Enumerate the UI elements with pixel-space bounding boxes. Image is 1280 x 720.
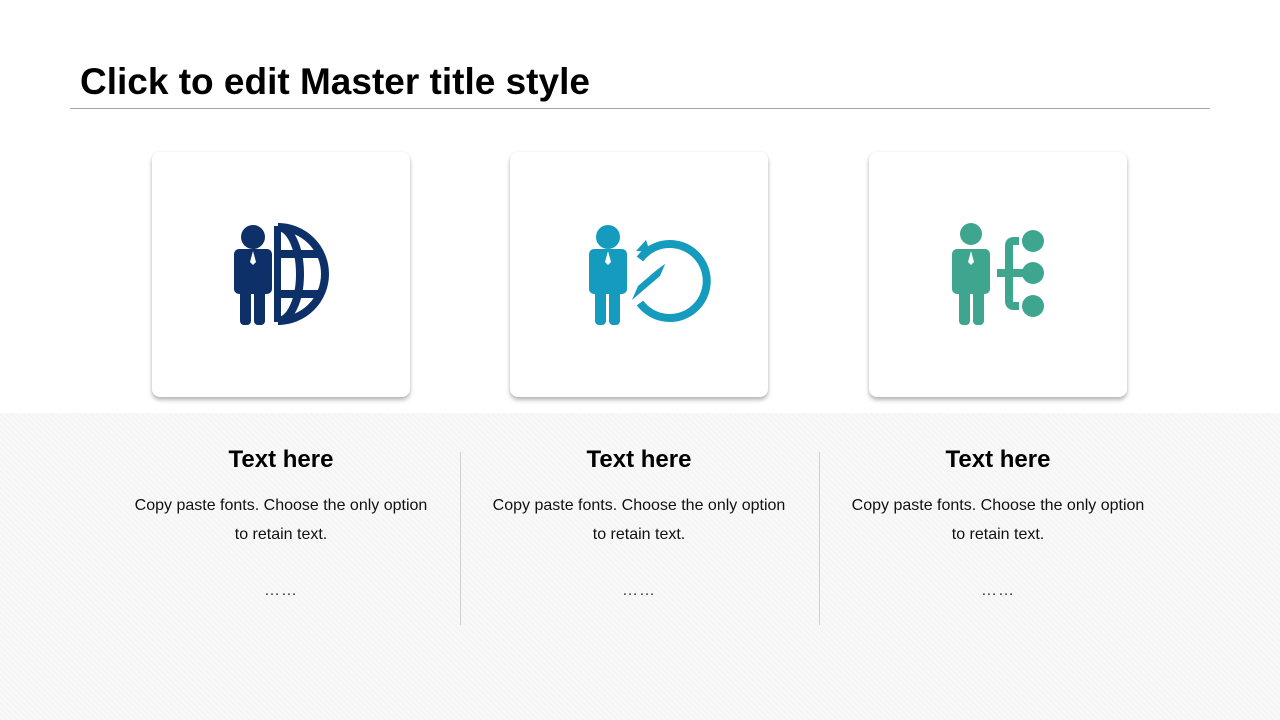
column-body-text[interactable]: Copy paste fonts. Choose the only option… xyxy=(848,491,1148,549)
column-heading[interactable]: Text here xyxy=(131,445,431,475)
businessman-compass-icon xyxy=(589,225,711,325)
icon-card-3 xyxy=(869,152,1127,397)
column-divider-1 xyxy=(460,452,461,625)
text-column-1: Text here Copy paste fonts. Choose the o… xyxy=(131,445,431,601)
title-underline xyxy=(70,108,1210,109)
text-column-2: Text here Copy paste fonts. Choose the o… xyxy=(489,445,789,601)
column-body-text[interactable]: Copy paste fonts. Choose the only option… xyxy=(489,491,789,549)
icon-card-1 xyxy=(152,152,410,397)
businessman-hierarchy-icon xyxy=(952,223,1044,325)
column-heading[interactable]: Text here xyxy=(489,445,789,475)
icon-card-2 xyxy=(510,152,768,397)
column-body-text[interactable]: Copy paste fonts. Choose the only option… xyxy=(131,491,431,549)
column-ellipsis: …… xyxy=(264,582,298,599)
text-column-3: Text here Copy paste fonts. Choose the o… xyxy=(848,445,1148,601)
column-heading[interactable]: Text here xyxy=(848,445,1148,475)
column-divider-2 xyxy=(819,452,820,625)
column-ellipsis: …… xyxy=(622,582,656,599)
column-ellipsis: …… xyxy=(981,582,1015,599)
slide-title[interactable]: Click to edit Master title style xyxy=(80,60,590,104)
businessman-globe-icon xyxy=(234,223,329,325)
